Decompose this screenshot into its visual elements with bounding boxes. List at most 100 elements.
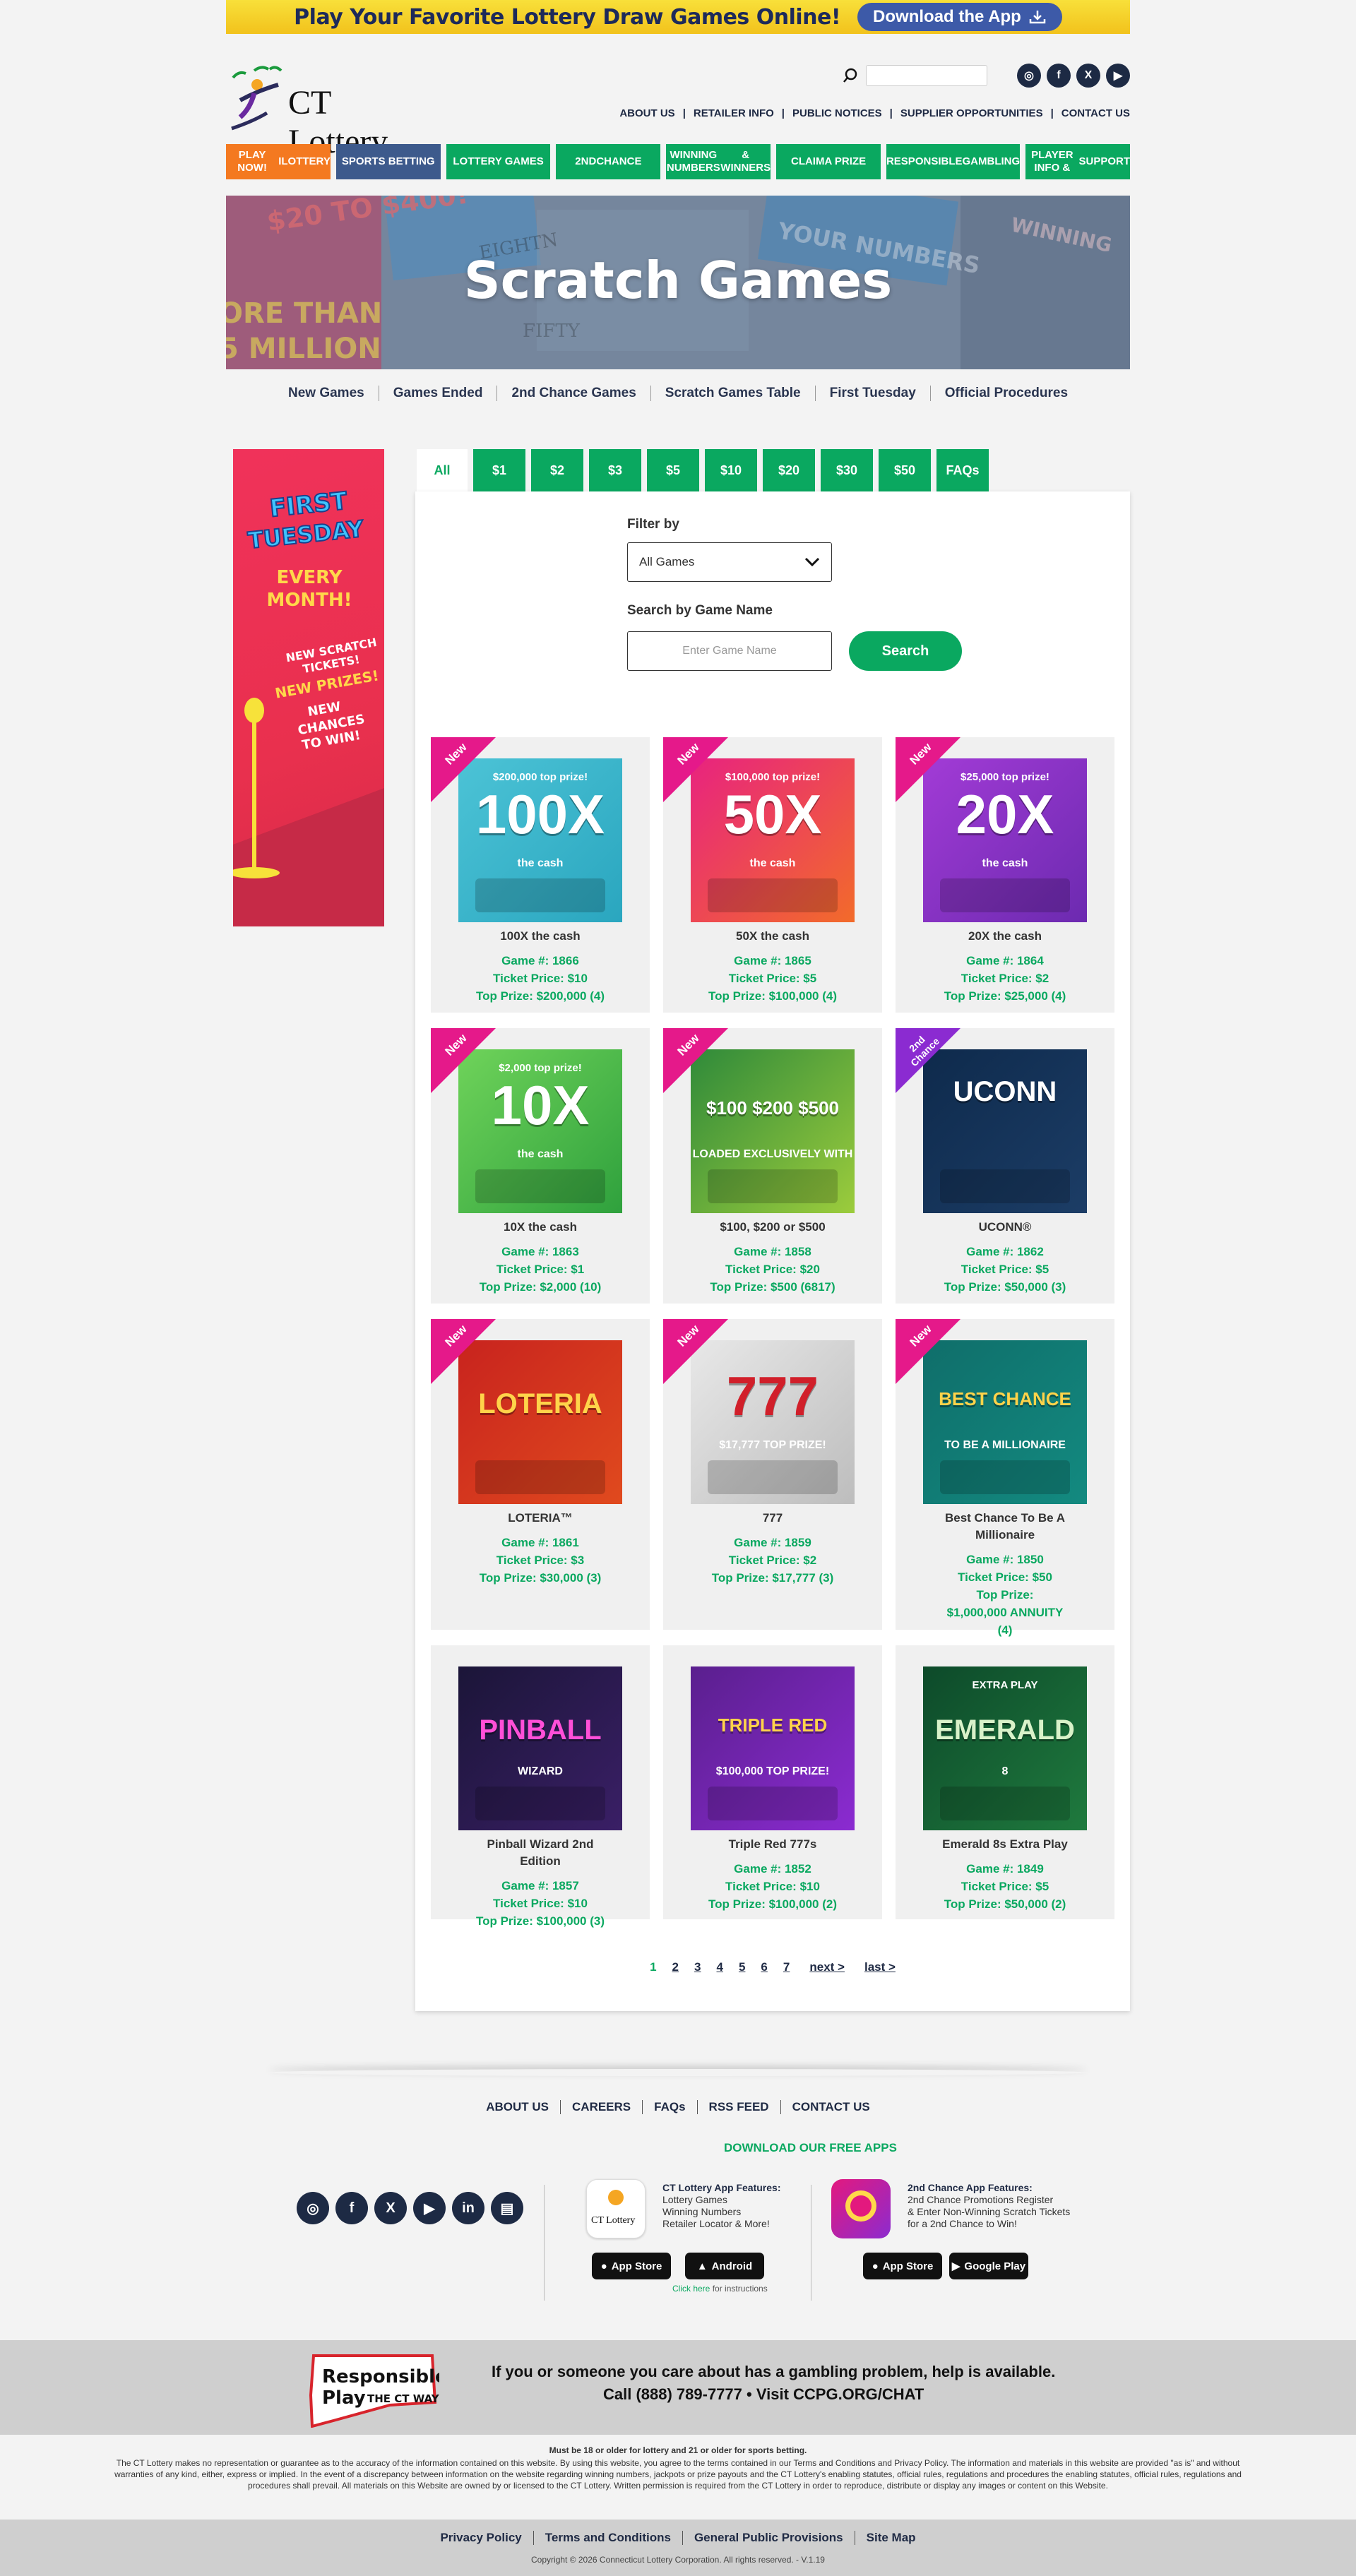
- game-card[interactable]: BEST CHANCE TO BE A MILLIONAIRE New Best Ch…: [896, 1319, 1114, 1637]
- tab-price[interactable]: $1: [473, 449, 525, 491]
- ct-lottery-app-icon[interactable]: CT Lottery: [586, 2179, 646, 2238]
- tab-price[interactable]: $20: [763, 449, 815, 491]
- search-button[interactable]: Search: [849, 631, 962, 671]
- facebook-icon[interactable]: f: [1047, 64, 1071, 88]
- ct-lottery-logo[interactable]: CT Lottery: [226, 58, 438, 160]
- footer-link-faqs[interactable]: FAQs: [642, 2100, 696, 2114]
- game-name[interactable]: UCONN®: [896, 1219, 1114, 1236]
- tab-price[interactable]: $30: [821, 449, 873, 491]
- instagram-icon[interactable]: ◎: [297, 2192, 329, 2224]
- app-store-button-2[interactable]: ● App Store: [863, 2253, 942, 2279]
- game-ticket-image[interactable]: PINBALL WIZARD: [458, 1666, 622, 1830]
- download-app-button[interactable]: Download the App: [857, 3, 1062, 31]
- google-play-button[interactable]: ▶ Google Play: [949, 2253, 1028, 2279]
- rg-contact-text[interactable]: Call (888) 789-7777 • Visit CCPG.ORG/CHA…: [603, 2385, 924, 2404]
- game-card[interactable]: $100 $200 $500 LOADED EXCLUSIVELY WITH New…: [663, 1028, 882, 1304]
- instructions-link[interactable]: Click here for instructions: [672, 2284, 768, 2294]
- main-nav-item[interactable]: LOTTERY GAMES: [446, 144, 551, 179]
- page-link[interactable]: 3: [694, 1960, 701, 1974]
- game-ticket-image[interactable]: EXTRA PLAY EMERALD 8: [923, 1666, 1087, 1830]
- promo-banner[interactable]: Play Your Favorite Lottery Draw Games On…: [226, 0, 1130, 34]
- public-provisions-link[interactable]: General Public Provisions: [682, 2531, 855, 2545]
- subnav-first-tuesday[interactable]: First Tuesday: [814, 386, 930, 401]
- game-name[interactable]: 10X the cash: [431, 1219, 650, 1236]
- game-card[interactable]: PINBALL WIZARD Pinball Wizard 2nd Edition G…: [431, 1645, 650, 1928]
- game-card[interactable]: 777 $17,777 TOP PRIZE! New 777 Game #: 1859 T…: [663, 1319, 882, 1630]
- linkedin-icon[interactable]: in: [452, 2192, 484, 2224]
- subnav-official-procedures[interactable]: Official Procedures: [929, 386, 1082, 401]
- terms-link[interactable]: Terms and Conditions: [533, 2531, 682, 2545]
- blog-icon[interactable]: ▤: [491, 2192, 523, 2224]
- main-nav-item[interactable]: PLAY NOW! iLOTTERY: [226, 144, 331, 179]
- tab-faqs[interactable]: FAQs: [936, 449, 989, 491]
- game-name[interactable]: Best Chance To Be A Millionaire: [896, 1510, 1114, 1544]
- utility-link-notices[interactable]: PUBLIC NOTICES: [792, 107, 882, 119]
- main-nav-item[interactable]: WINNING NUMBERS & WINNERS: [666, 144, 771, 179]
- page-link[interactable]: 6: [761, 1960, 767, 1974]
- game-card[interactable]: $100,000 top prize! 50X the cash New 50X the…: [663, 737, 882, 1013]
- game-name[interactable]: 777: [663, 1510, 882, 1527]
- main-nav-item[interactable]: SPORTS BETTING: [335, 144, 441, 179]
- subnav-new-games[interactable]: New Games: [274, 386, 379, 401]
- main-nav-item[interactable]: 2ND CHANCE: [556, 144, 661, 179]
- game-card[interactable]: TRIPLE RED $100,000 TOP PRIZE! Triple Red …: [663, 1645, 882, 1919]
- main-nav-item[interactable]: CLAIM A PRIZE: [776, 144, 881, 179]
- footer-link-about[interactable]: ABOUT US: [475, 2100, 560, 2114]
- game-card[interactable]: $25,000 top prize! 20X the cash New 20X the …: [896, 737, 1114, 1013]
- page-last-link[interactable]: last >: [864, 1960, 896, 1974]
- x-twitter-icon[interactable]: X: [1076, 64, 1100, 88]
- game-name[interactable]: Emerald 8s Extra Play: [896, 1836, 1114, 1853]
- game-ticket-image[interactable]: TRIPLE RED $100,000 TOP PRIZE!: [691, 1666, 855, 1830]
- game-name[interactable]: Triple Red 777s: [663, 1836, 882, 1853]
- game-name[interactable]: 50X the cash: [663, 928, 882, 945]
- page-link[interactable]: 7: [783, 1960, 790, 1974]
- main-nav-item[interactable]: RESPONSIBLE GAMBLING: [886, 144, 1021, 179]
- 2nd-chance-app-icon[interactable]: [831, 2179, 891, 2238]
- footer-link-contact[interactable]: CONTACT US: [780, 2100, 881, 2114]
- footer-link-careers[interactable]: CAREERS: [560, 2100, 642, 2114]
- first-tuesday-ad[interactable]: FIRST TUESDAY EVERY MONTH! NEW SCRATCH T…: [233, 449, 384, 926]
- subnav-games-table[interactable]: Scratch Games Table: [650, 386, 815, 401]
- android-button[interactable]: ▲ Android: [685, 2253, 764, 2279]
- game-name[interactable]: Pinball Wizard 2nd Edition: [431, 1836, 650, 1870]
- game-name-input[interactable]: Enter Game Name: [627, 631, 832, 671]
- tab-price[interactable]: $5: [647, 449, 699, 491]
- tab-price[interactable]: $10: [705, 449, 757, 491]
- utility-link-contact[interactable]: CONTACT US: [1061, 107, 1130, 119]
- game-name[interactable]: 20X the cash: [896, 928, 1114, 945]
- filter-select[interactable]: All Games: [627, 542, 832, 582]
- instagram-icon[interactable]: ◎: [1017, 64, 1041, 88]
- game-card[interactable]: LOTERIA New LOTERIA™ Game #: 1861 Ticket Pri…: [431, 1319, 650, 1630]
- current-page[interactable]: 1: [650, 1960, 656, 1974]
- privacy-policy-link[interactable]: Privacy Policy: [429, 2531, 533, 2545]
- x-twitter-icon[interactable]: X: [374, 2192, 407, 2224]
- game-card[interactable]: UCONN 2nd Chance UCONN® Game #: 1862 Ticket …: [896, 1028, 1114, 1304]
- tab-all[interactable]: All: [417, 449, 468, 491]
- game-name[interactable]: 100X the cash: [431, 928, 650, 945]
- responsible-play-logo[interactable]: Responsible Play THE CT WAY: [305, 2353, 448, 2428]
- footer-link-rss[interactable]: RSS FEED: [696, 2100, 780, 2114]
- tab-price[interactable]: $2: [531, 449, 583, 491]
- utility-link-about[interactable]: ABOUT US: [619, 107, 674, 119]
- game-card[interactable]: $200,000 top prize! 100X the cash New 100X t…: [431, 737, 650, 1013]
- tab-price[interactable]: $50: [879, 449, 931, 491]
- subnav-2nd-chance[interactable]: 2nd Chance Games: [496, 386, 650, 401]
- page-link[interactable]: 2: [672, 1960, 679, 1974]
- game-name[interactable]: $100, $200 or $500: [663, 1219, 882, 1236]
- youtube-icon[interactable]: ▶: [413, 2192, 446, 2224]
- click-here-link[interactable]: Click here: [672, 2284, 710, 2294]
- page-link[interactable]: 5: [739, 1960, 745, 1974]
- page-link[interactable]: 4: [716, 1960, 722, 1974]
- game-card[interactable]: EXTRA PLAY EMERALD 8 Emerald 8s Extra Play G…: [896, 1645, 1114, 1919]
- game-name[interactable]: LOTERIA™: [431, 1510, 650, 1527]
- subnav-games-ended[interactable]: Games Ended: [378, 386, 497, 401]
- facebook-icon[interactable]: f: [335, 2192, 368, 2224]
- header-search-input[interactable]: [866, 65, 987, 86]
- site-map-link[interactable]: Site Map: [854, 2531, 927, 2545]
- main-nav-item[interactable]: PLAYER INFO & SUPPORT: [1025, 144, 1130, 179]
- app-store-button[interactable]: ● App Store: [592, 2253, 671, 2279]
- search-icon[interactable]: [842, 67, 859, 84]
- utility-link-retailer[interactable]: RETAILER INFO: [694, 107, 774, 119]
- game-card[interactable]: $2,000 top prize! 10X the cash New 10X the c…: [431, 1028, 650, 1304]
- page-next-link[interactable]: next >: [809, 1960, 845, 1974]
